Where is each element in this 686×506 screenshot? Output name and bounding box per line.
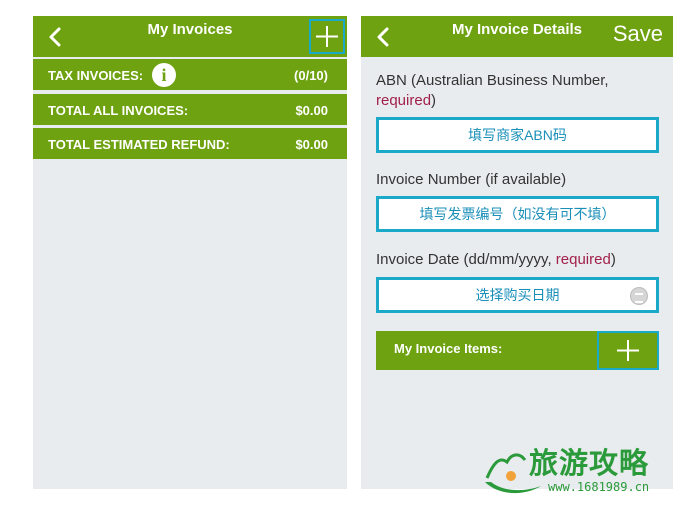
add-invoice-button[interactable]	[309, 19, 345, 54]
tax-invoices-label: TAX INVOICES:	[48, 68, 144, 83]
total-invoices-row: TOTAL ALL INVOICES: $0.00	[33, 94, 347, 125]
navbar: My Invoice Details Save	[361, 16, 673, 57]
info-icon[interactable]: i	[152, 63, 176, 87]
total-refund-row: TOTAL ESTIMATED REFUND: $0.00	[33, 128, 347, 159]
invoice-date-label: Invoice Date (dd/mm/yyyy, required)	[376, 250, 616, 270]
invoice-number-label: Invoice Number (if available)	[376, 171, 567, 188]
invoice-number-input[interactable]: 填写发票编号（如没有可不填）	[376, 196, 659, 232]
invoice-date-label-suffix: )	[610, 251, 616, 268]
tax-invoices-row: TAX INVOICES: i (0/10)	[33, 59, 347, 90]
plus-icon	[316, 26, 338, 47]
save-button[interactable]: Save	[613, 21, 663, 47]
required-text: required	[555, 251, 611, 268]
invoice-details-screen: My Invoice Details Save ABN (Australian …	[361, 16, 673, 489]
invoice-date-placeholder: 选择购买日期	[475, 287, 560, 303]
abn-label-suffix: )	[431, 92, 437, 109]
page-title: My Invoices	[147, 21, 233, 38]
abn-label: ABN (Australian Business Number, require…	[376, 71, 666, 111]
watermark: 旅游攻略 www.1681989.cn	[481, 442, 681, 502]
abn-input[interactable]: 填写商家ABN码	[376, 117, 659, 153]
required-text: required	[376, 92, 432, 109]
plus-icon	[617, 340, 639, 361]
tax-invoices-count: (0/10)	[294, 68, 328, 83]
invoice-date-label-text: Invoice Date (dd/mm/yyyy,	[376, 251, 556, 268]
total-invoices-value: $0.00	[295, 103, 328, 118]
my-invoices-screen: My Invoices TAX INVOICES: i (0/10) TOTAL…	[33, 16, 347, 489]
total-invoices-label: TOTAL ALL INVOICES:	[48, 103, 189, 118]
navbar: My Invoices	[33, 16, 347, 57]
watermark-title: 旅游攻略	[529, 446, 650, 480]
total-refund-label: TOTAL ESTIMATED REFUND:	[48, 137, 230, 152]
invoice-items-label: My Invoice Items:	[394, 341, 503, 356]
invoice-items-header: My Invoice Items:	[376, 331, 659, 370]
add-item-button[interactable]	[597, 331, 659, 370]
invoice-date-input[interactable]: 选择购买日期	[376, 277, 659, 313]
total-refund-value: $0.00	[295, 137, 328, 152]
abn-label-text: ABN (Australian Business Number,	[376, 72, 609, 89]
watermark-url: www.1681989.cn	[548, 480, 650, 494]
calendar-icon[interactable]	[630, 287, 648, 305]
